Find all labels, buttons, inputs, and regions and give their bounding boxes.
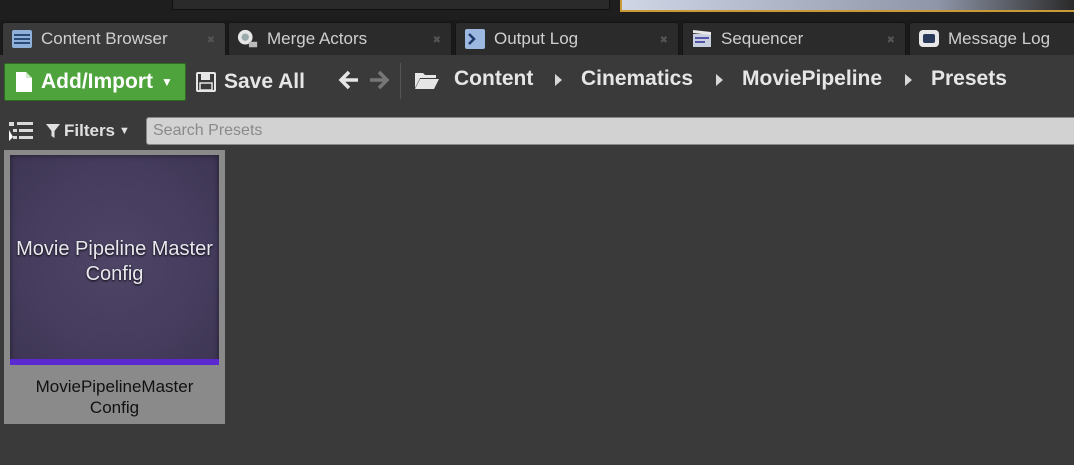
tab-label: Output Log [494,29,579,48]
message-log-icon [918,28,940,50]
breadcrumb-cinematics[interactable]: Cinematics [581,67,693,91]
close-icon[interactable]: ✖ [660,35,668,46]
add-import-label: Add/Import [41,70,153,93]
toolbar-divider [400,63,401,99]
thumbnail-text: Movie Pipeline Master Config [10,237,219,287]
save-icon [196,72,216,92]
save-all-label: Save All [224,70,305,93]
filters-label: Filters [64,121,116,140]
tab-label: Merge Actors [267,29,368,48]
thumbnail-text-line: Movie Pipeline Master [16,238,213,260]
tab-sequencer[interactable]: Sequencer ✖ [682,22,906,55]
tab-message-log[interactable]: Message Log [909,22,1074,55]
asset-name-line: Config [89,398,140,417]
breadcrumb-separator-icon[interactable] [905,74,912,86]
toolbar: Add/Import ▼ Save All Content Cinematics… [0,55,1074,107]
tab-label: Content Browser [41,29,168,48]
tab-merge-actors[interactable]: Merge Actors ✖ [228,22,452,55]
output-log-icon [464,28,486,50]
filters-button[interactable]: Filters ▼ [46,120,130,142]
viewport-preview [620,0,1074,12]
breadcrumb-separator-icon[interactable] [555,74,562,86]
chevron-down-icon: ▼ [119,125,130,137]
upper-panel [172,0,610,10]
close-icon[interactable]: ✖ [887,35,895,46]
add-import-button[interactable]: Add/Import ▼ [4,63,186,101]
sources-panel-toggle-icon[interactable] [8,120,34,142]
close-icon[interactable]: ✖ [207,35,215,46]
forward-arrow-icon[interactable] [368,69,390,97]
new-file-icon [15,71,33,93]
merge-actors-icon [237,28,259,50]
search-input[interactable] [146,117,1074,145]
save-all-button[interactable]: Save All [196,65,305,99]
asset-type-color-bar [10,359,219,365]
breadcrumb-moviepipeline[interactable]: MoviePipeline [742,67,882,91]
chevron-down-icon: ▼ [160,75,173,89]
breadcrumb-presets[interactable]: Presets [931,67,1007,91]
folder-icon [414,70,440,95]
asset-thumbnail[interactable]: Movie Pipeline Master Config [10,155,219,365]
top-strip [0,0,1074,20]
close-icon[interactable]: ✖ [433,35,441,46]
breadcrumb-separator-icon[interactable] [716,74,723,86]
thumbnail-text-line: Config [85,263,144,285]
tab-label: Message Log [948,29,1051,48]
asset-tile[interactable]: Movie Pipeline Master Config MoviePipeli… [4,150,225,424]
asset-name: MoviePipelineMaster Config [4,376,225,418]
breadcrumb-content[interactable]: Content [454,67,533,91]
filter-row: Filters ▼ [0,112,1074,150]
tab-label: Sequencer [721,29,804,48]
sequencer-icon [691,28,713,50]
tab-content-browser[interactable]: Content Browser ✖ [2,22,226,55]
asset-name-line: MoviePipelineMaster [35,377,194,396]
filter-icon [46,123,60,139]
back-arrow-icon[interactable] [338,69,360,97]
tab-output-log[interactable]: Output Log ✖ [455,22,679,55]
tab-bar: Content Browser ✖ Merge Actors ✖ Output … [0,20,1074,55]
content-browser-icon [11,28,33,50]
